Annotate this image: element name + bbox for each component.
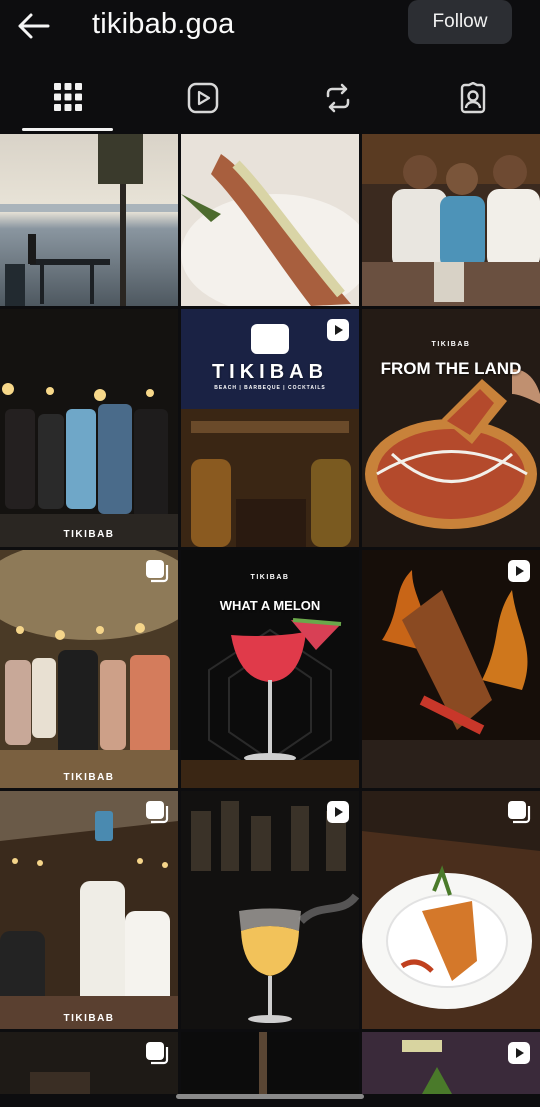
post-guests-smiling[interactable] [362, 134, 540, 306]
post-partial-1[interactable] [0, 1032, 178, 1094]
partial-photo [181, 1032, 359, 1094]
reel-icon [508, 560, 530, 582]
post-grill-flames[interactable] [362, 550, 540, 788]
post-melon-cocktail[interactable]: TIKIBAB WHAT A MELON [181, 550, 359, 788]
friends-photo [0, 791, 178, 1029]
cocktail-photo [181, 550, 359, 788]
profile-screen: tikibab.goa Follow TIKIBAB TIKIBAB BEACH… [0, 0, 540, 1107]
tab-posts[interactable] [0, 70, 135, 132]
entrance-photo [181, 309, 359, 547]
post-partial-3[interactable] [362, 1032, 540, 1094]
beach-photo [0, 134, 178, 306]
post-dance-party[interactable]: TIKIBAB [0, 550, 178, 788]
plated-dish-photo [362, 791, 540, 1029]
post-plated-chicken[interactable] [362, 791, 540, 1029]
party-photo [0, 550, 178, 788]
tab-reels[interactable] [135, 70, 270, 132]
reels-icon [187, 82, 218, 114]
tikibab-watermark: TIKIBAB [63, 772, 115, 783]
back-button[interactable] [14, 8, 54, 44]
grid-icon [53, 83, 82, 111]
tab-reposts[interactable] [270, 70, 405, 132]
tikibab-watermark: TIKIBAB [250, 574, 290, 581]
reel-icon [508, 1042, 530, 1064]
profile-username: tikibab.goa [92, 8, 235, 40]
profile-tabs [0, 70, 540, 132]
post-pizza[interactable]: TIKIBAB FROM THE LAND [362, 309, 540, 547]
repost-icon [326, 83, 349, 113]
arrow-left-icon [18, 13, 50, 39]
carousel-icon [146, 560, 169, 583]
kebab-photo [181, 134, 359, 306]
reel-icon [327, 319, 349, 341]
carousel-icon [146, 1042, 169, 1065]
post-smoky-cocktail[interactable] [181, 791, 359, 1029]
reel-icon [327, 801, 349, 823]
post-beach-dusk[interactable] [0, 134, 178, 306]
post-partial-2[interactable] [181, 1032, 359, 1094]
post-headline: WHAT A MELON [219, 598, 321, 613]
tikibab-watermark: TIKIBAB [63, 529, 115, 540]
posts-grid: TIKIBAB TIKIBAB BEACH | BARBEQUE | COCKT… [0, 134, 540, 1094]
post-headline: FROM THE LAND [380, 359, 522, 378]
group-night-photo [0, 309, 178, 547]
profile-header: tikibab.goa Follow [0, 0, 540, 54]
post-seekh-kebab[interactable] [181, 134, 359, 306]
tikibab-tagline: BEACH | BARBEQUE | COCKTAILS [214, 385, 326, 391]
carousel-icon [146, 801, 169, 824]
post-friends-hut[interactable]: TIKIBAB [0, 791, 178, 1029]
tagged-icon [460, 82, 485, 114]
tikibab-watermark: TIKIBAB [63, 1013, 115, 1024]
active-tab-indicator [22, 128, 113, 131]
tab-tagged[interactable] [405, 70, 540, 132]
tikibab-brand: TIKIBAB [211, 361, 329, 383]
carousel-icon [508, 801, 531, 824]
guests-photo [362, 134, 540, 306]
tikibab-watermark: TIKIBAB [431, 341, 471, 348]
home-indicator [176, 1094, 364, 1099]
post-tikibab-entrance[interactable]: TIKIBAB BEACH | BARBEQUE | COCKTAILS [181, 309, 359, 547]
post-group-photo[interactable]: TIKIBAB [0, 309, 178, 547]
follow-button[interactable]: Follow [408, 0, 512, 44]
grill-photo [362, 550, 540, 788]
smoky-cocktail-photo [181, 791, 359, 1029]
